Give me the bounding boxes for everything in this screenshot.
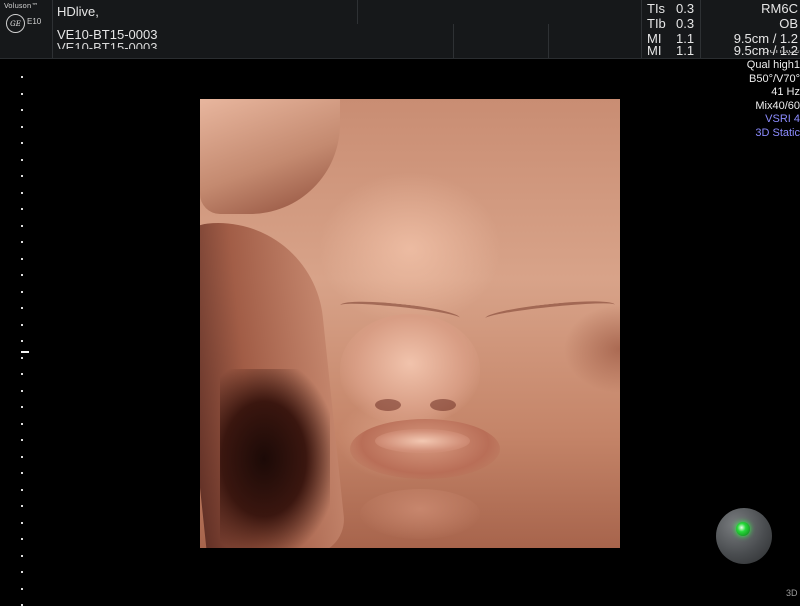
mode-param: 3D Static <box>755 126 800 139</box>
scale-tick <box>21 373 23 375</box>
scale-tick <box>21 538 23 540</box>
scale-tick <box>21 587 23 590</box>
scale-tick <box>21 109 23 111</box>
header-divider <box>357 0 358 24</box>
brand-name: Voluson™ <box>4 2 39 10</box>
orientation-globe-icon[interactable] <box>716 508 772 564</box>
tib-label: TIb <box>647 16 666 31</box>
scale-tick <box>21 406 23 408</box>
eye-right <box>484 297 616 326</box>
scale-tick <box>21 224 23 227</box>
scale-tick <box>21 323 23 326</box>
nostril-right <box>430 399 456 411</box>
probe-id-ghost: VE10-BT15-0003 <box>57 40 158 55</box>
scale-tick <box>21 505 23 507</box>
render-mode-title: HDlive, <box>57 4 99 19</box>
hand-region <box>200 99 340 214</box>
scale-tick <box>21 191 23 194</box>
scale-tick <box>21 472 23 474</box>
angle-param: B50°/V70° <box>749 72 800 85</box>
scale-tick <box>21 92 23 95</box>
mix-param: Mix40/60 <box>755 99 800 112</box>
scale-tick <box>21 307 23 309</box>
scale-tick <box>21 554 23 557</box>
scale-tick <box>21 208 23 210</box>
header-divider <box>641 0 642 58</box>
header-divider <box>700 0 701 58</box>
logo-area: Voluson™ GE E10 <box>0 0 53 58</box>
scale-tick <box>21 290 23 293</box>
clipped-param: Surface <box>762 50 800 56</box>
mode-corner-label: 3D <box>786 588 798 598</box>
focus-marker <box>21 351 29 353</box>
scale-tick <box>21 422 23 425</box>
quality-param: Qual high1 <box>746 59 800 71</box>
scale-tick <box>21 488 23 491</box>
chin-region <box>360 489 480 539</box>
mouth-region <box>375 429 470 453</box>
tis-label: TIs <box>647 1 666 16</box>
mi-label: MI <box>647 43 662 58</box>
nose-region <box>340 314 480 424</box>
scale-tick <box>21 389 23 392</box>
mi-value: 1.1 <box>676 43 695 58</box>
orientation-indicator-icon <box>736 522 750 536</box>
depth-scale <box>21 60 31 606</box>
vsri-param: VSRI 4 <box>765 113 800 126</box>
nostril-left <box>375 399 401 411</box>
tib-value: 0.3 <box>676 16 695 31</box>
scale-tick <box>21 455 23 458</box>
scale-tick <box>21 175 23 177</box>
shadow-region <box>220 369 330 548</box>
ge-logo-icon: GE <box>6 14 25 33</box>
header-bar: Voluson™ GE E10 HDlive, VE10-BT15-0003 V… <box>0 0 800 59</box>
header-divider <box>453 24 454 58</box>
scale-tick <box>21 125 23 128</box>
header-divider <box>548 24 549 58</box>
scale-tick <box>21 439 23 441</box>
tis-value: 0.3 <box>676 1 695 16</box>
scale-tick <box>21 521 23 524</box>
model-label: E10 <box>27 17 42 26</box>
probe-type: RM6C <box>761 1 798 16</box>
scale-tick <box>21 76 23 78</box>
scale-tick <box>21 257 23 260</box>
scan-parameters: Surface Qual high1 B50°/V70° 41 Hz Mix40… <box>747 50 800 141</box>
probe-id: VE10-BT15-0003 <box>57 27 158 42</box>
scale-tick <box>21 571 23 573</box>
scale-tick <box>21 340 23 342</box>
scale-tick <box>21 158 23 161</box>
render-volume[interactable] <box>200 99 620 548</box>
frame-rate-param: 41 Hz <box>771 86 800 99</box>
scale-tick <box>21 241 23 243</box>
scale-tick <box>21 274 23 276</box>
application-label: OB <box>779 16 798 31</box>
scale-tick <box>21 356 23 359</box>
scale-tick <box>21 142 23 144</box>
